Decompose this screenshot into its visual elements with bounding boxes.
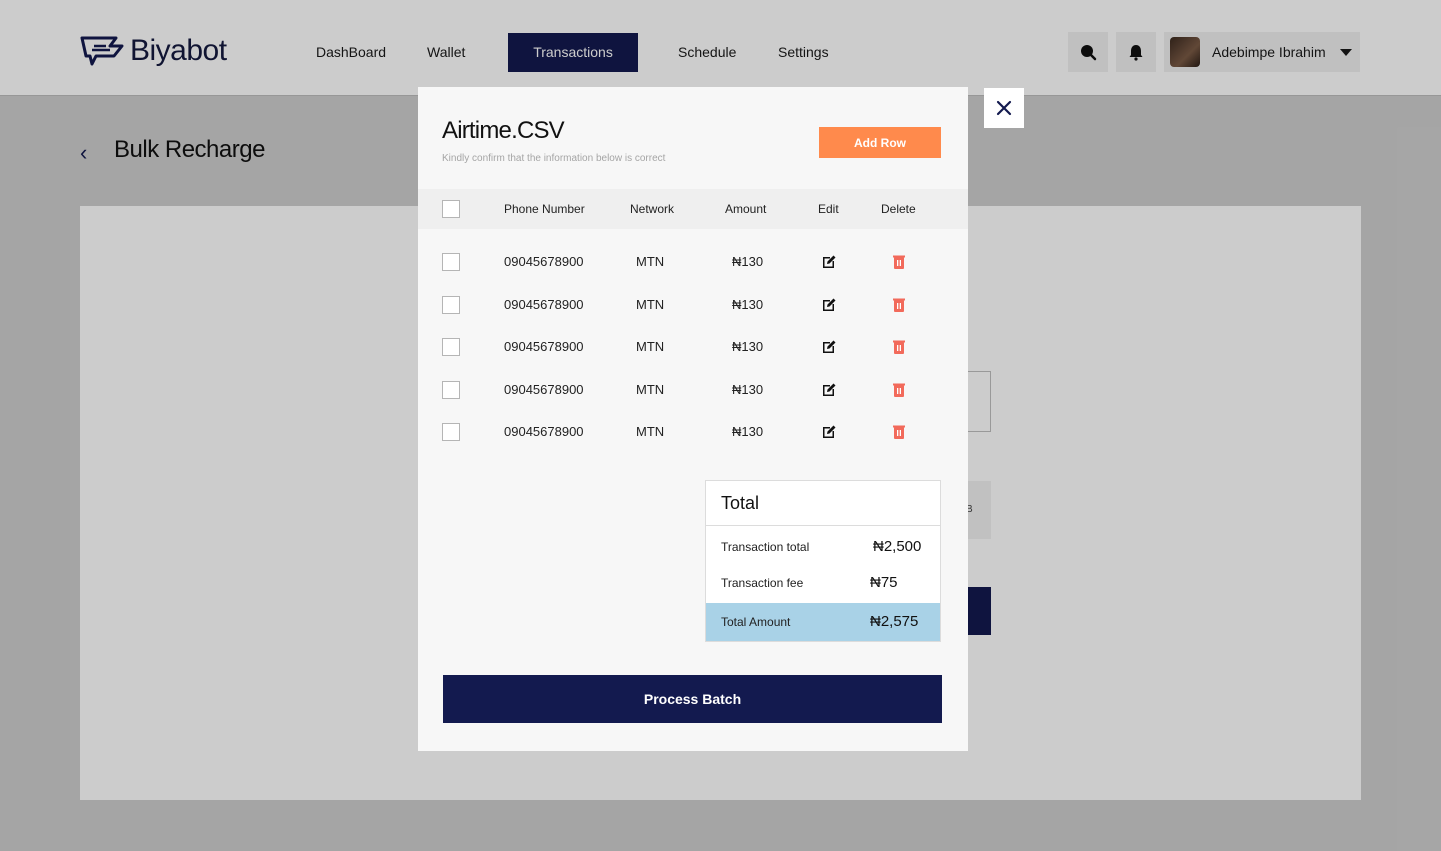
select-all-checkbox[interactable] xyxy=(442,200,460,218)
network-cell: MTN xyxy=(636,381,665,397)
modal-subtitle: Kindly confirm that the information belo… xyxy=(442,153,666,164)
transaction-total-value: ₦2,500 xyxy=(873,538,922,555)
table-row: 09045678900 MTN ₦130 xyxy=(418,241,968,283)
column-header-network: Network xyxy=(630,202,675,216)
csv-confirm-modal: Airtime.CSV Kindly confirm that the info… xyxy=(418,87,968,751)
amount-cell: ₦130 xyxy=(732,424,764,439)
row-checkbox[interactable] xyxy=(442,253,460,271)
transaction-total-label: Transaction total xyxy=(721,540,810,554)
network-cell: MTN xyxy=(636,424,665,439)
edit-icon[interactable] xyxy=(821,382,837,398)
transaction-fee-label: Transaction fee xyxy=(721,576,804,590)
table-row: 09045678900 MTN ₦130 xyxy=(418,284,968,326)
edit-icon[interactable] xyxy=(821,339,837,355)
network-cell: MTN xyxy=(636,296,665,312)
column-header-amount: Amount xyxy=(725,202,767,216)
amount-cell: ₦130 xyxy=(732,296,764,312)
phone-cell: 09045678900 xyxy=(504,254,584,269)
transaction-fee-row: Transaction fee ₦75 xyxy=(706,565,940,601)
trash-icon[interactable] xyxy=(891,339,907,355)
network-cell: MTN xyxy=(636,254,665,269)
transaction-fee-value: ₦75 xyxy=(870,574,898,591)
amount-cell: ₦130 xyxy=(732,339,764,354)
process-batch-button[interactable]: Process Batch xyxy=(443,675,942,723)
edit-icon[interactable] xyxy=(821,254,837,270)
row-checkbox[interactable] xyxy=(442,338,460,356)
add-row-button[interactable]: Add Row xyxy=(819,127,941,158)
edit-icon[interactable] xyxy=(821,297,837,313)
column-header-phone: Phone Number xyxy=(504,202,585,216)
phone-cell: 09045678900 xyxy=(504,296,584,312)
trash-icon[interactable] xyxy=(891,297,907,313)
total-summary: Total Transaction total ₦2,500 Transacti… xyxy=(705,480,941,642)
row-checkbox[interactable] xyxy=(442,295,460,314)
trash-icon[interactable] xyxy=(891,424,907,440)
close-icon xyxy=(996,100,1012,116)
total-amount-row: Total Amount ₦2,575 xyxy=(706,603,940,641)
phone-cell: 09045678900 xyxy=(504,381,584,397)
column-header-edit: Edit xyxy=(818,202,839,216)
trash-icon[interactable] xyxy=(891,382,907,398)
row-checkbox[interactable] xyxy=(442,423,460,441)
table-row: 09045678900 MTN ₦130 xyxy=(418,411,968,453)
table-row: 09045678900 MTN ₦130 xyxy=(418,326,968,368)
row-checkbox[interactable] xyxy=(442,380,460,399)
total-title: Total xyxy=(706,481,940,526)
total-amount-value: ₦2,575 xyxy=(870,613,919,630)
edit-icon[interactable] xyxy=(821,424,837,440)
total-amount-label: Total Amount xyxy=(721,615,791,629)
close-button[interactable] xyxy=(984,88,1024,128)
column-header-delete: Delete xyxy=(881,202,916,216)
table-row: 09045678900 MTN ₦130 xyxy=(418,369,968,411)
amount-cell: ₦130 xyxy=(732,381,764,397)
amount-cell: ₦130 xyxy=(732,254,764,269)
phone-cell: 09045678900 xyxy=(504,424,584,439)
transaction-total-row: Transaction total ₦2,500 xyxy=(706,529,940,565)
modal-title: Airtime.CSV xyxy=(442,117,565,144)
network-cell: MTN xyxy=(636,339,665,354)
trash-icon[interactable] xyxy=(891,254,907,270)
table-header: Phone Number Network Amount Edit Delete xyxy=(418,189,968,229)
phone-cell: 09045678900 xyxy=(504,339,584,354)
